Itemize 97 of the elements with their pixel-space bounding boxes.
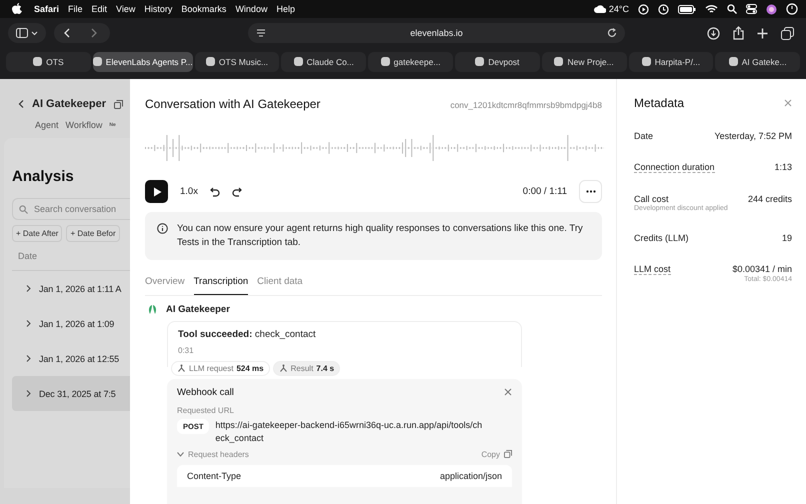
page-title: Analysis xyxy=(12,168,75,185)
close-icon[interactable] xyxy=(504,388,512,396)
conversation-title: Conversation with AI Gatekeeper xyxy=(145,97,320,111)
share-icon[interactable] xyxy=(733,26,744,40)
metadata-value: 244 credits xyxy=(748,194,792,204)
sidebar-icon xyxy=(16,28,38,38)
menu-app-name[interactable]: Safari xyxy=(34,4,60,14)
more-icon xyxy=(586,190,596,193)
copy-icon xyxy=(504,450,512,458)
navigation-buttons[interactable] xyxy=(54,23,110,43)
browser-tab[interactable]: ElevenLabs Agents P... xyxy=(92,52,193,72)
browser-tab[interactable]: Claude Co... xyxy=(281,52,366,72)
copy-icon[interactable] xyxy=(114,100,123,108)
request-url: https://ai-gatekeeper-backend-i65wrni36q-uc.a.run.app/api/tools/check_contact xyxy=(215,418,484,445)
branch-icon xyxy=(278,364,288,373)
play-icon xyxy=(153,186,162,196)
close-icon[interactable] xyxy=(784,99,792,107)
plus-icon[interactable] xyxy=(757,28,768,38)
nav-link[interactable]: Workflow xyxy=(66,120,102,130)
header-name: Content-Type xyxy=(187,470,242,481)
chevron-icon xyxy=(26,355,31,362)
toggles-icon[interactable] xyxy=(746,4,757,14)
battery-icon[interactable] xyxy=(678,4,696,14)
agent-name: AI Gatekeeper xyxy=(32,98,106,110)
filter-button[interactable]: + Date After xyxy=(12,225,62,242)
menu-item[interactable]: Bookmarks xyxy=(181,4,226,14)
metadata-value: 1:13 xyxy=(774,162,792,173)
menu-item[interactable]: Window xyxy=(235,4,268,14)
orb-icon[interactable] xyxy=(766,4,777,14)
download-icon[interactable] xyxy=(707,26,720,40)
info-icon xyxy=(157,223,168,234)
search-field[interactable]: Search conversation xyxy=(12,198,130,220)
tabs-overview-icon[interactable] xyxy=(781,26,794,40)
more-button[interactable] xyxy=(579,180,602,203)
browser-tab[interactable]: OTS xyxy=(6,52,91,72)
forward-icon[interactable] xyxy=(232,186,242,196)
search-icon[interactable] xyxy=(727,4,737,14)
metadata-label: LLM cost xyxy=(634,264,671,275)
play-button[interactable] xyxy=(145,180,168,203)
search-icon xyxy=(19,205,28,214)
speed-button[interactable]: 1.0x xyxy=(180,186,198,197)
browser-tab[interactable]: New Proje... xyxy=(542,52,626,72)
metadata-value: Yesterday, 7:52 PM xyxy=(714,131,792,141)
nav-link[interactable]: Agent xyxy=(35,120,59,130)
cloud-icon[interactable] xyxy=(594,5,606,13)
menu-item[interactable]: Edit xyxy=(92,4,108,14)
conversation-row[interactable]: Jan 1, 2026 at 1:11 A xyxy=(12,271,130,306)
agent-avatar-icon xyxy=(147,304,158,315)
address-bar[interactable]: elevenlabs.io xyxy=(248,23,625,43)
browser-tab[interactable]: AI Gateke... xyxy=(715,52,800,72)
url-text: elevenlabs.io xyxy=(409,28,464,38)
speaker-name: AI Gatekeeper xyxy=(166,304,230,315)
chevron-icon xyxy=(26,390,31,397)
message-time: 0:31 xyxy=(178,346,195,355)
rewind-icon[interactable] xyxy=(210,186,220,196)
metadata-label: Credits (LLM) xyxy=(634,233,689,243)
menu-item[interactable]: View xyxy=(116,4,136,14)
back-icon[interactable] xyxy=(18,100,24,108)
chevron-icon xyxy=(26,320,31,327)
panel-title: Metadata xyxy=(634,96,684,110)
conversation-row[interactable]: Jan 1, 2026 at 1:09 xyxy=(12,306,130,341)
timing-chip[interactable]: LLM request 524 ms xyxy=(171,360,270,376)
menu-item[interactable]: File xyxy=(68,4,83,14)
apple-icon[interactable] xyxy=(12,3,22,15)
reload-icon[interactable] xyxy=(607,28,617,38)
browser-tab[interactable]: Devpost xyxy=(454,52,540,72)
tool-status: Tool succeeded: check_contact xyxy=(178,328,317,340)
menu-item[interactable]: History xyxy=(144,4,172,14)
tab[interactable]: Transcription xyxy=(194,276,248,295)
conversation-id: conv_1201kdtcmr8qfmmrsb9bmdpgj4b8 xyxy=(450,100,602,110)
browser-tab[interactable]: gatekeepe... xyxy=(368,52,453,72)
branch-icon xyxy=(177,364,186,373)
sidebar-button[interactable] xyxy=(8,23,46,43)
conversation-row[interactable]: Dec 31, 2025 at 7:5 xyxy=(12,376,130,411)
conversation-row[interactable]: Jan 1, 2026 at 12:55 xyxy=(12,341,130,376)
header-value: application/json xyxy=(440,470,502,481)
wifi-icon[interactable] xyxy=(705,4,718,14)
info-text: You can now ensure your agent returns high quality responses to conversations like this one. Try Tests in the Transcription tab. xyxy=(177,222,584,250)
metadata-value: 19 xyxy=(782,233,792,243)
tab[interactable]: Overview xyxy=(145,276,185,295)
browser-tab[interactable]: Harpita-P/... xyxy=(628,52,714,72)
timing-chip[interactable]: Result 7.4 s xyxy=(272,360,340,376)
metadata-value: $0.00341 / min xyxy=(732,264,792,275)
browser-tab[interactable]: OTS Music... xyxy=(194,52,280,72)
menu-item[interactable]: Help xyxy=(276,4,295,14)
url-label: Requested URL xyxy=(177,406,235,415)
filter-button[interactable]: + Date Befor xyxy=(66,225,120,242)
metadata-label: Call cost xyxy=(634,194,669,204)
chevron-icon xyxy=(26,285,31,292)
metadata-label: Connection duration xyxy=(634,162,715,173)
tab[interactable]: Client data xyxy=(257,276,303,295)
play-circle-icon[interactable] xyxy=(638,4,649,14)
webhook-title: Webhook call xyxy=(177,386,234,398)
metadata-label: Date xyxy=(634,131,654,141)
page-icon xyxy=(256,28,266,38)
playback-time: 0:00 / 1:11 xyxy=(522,186,567,197)
temperature-text[interactable]: 24°C xyxy=(608,4,629,14)
